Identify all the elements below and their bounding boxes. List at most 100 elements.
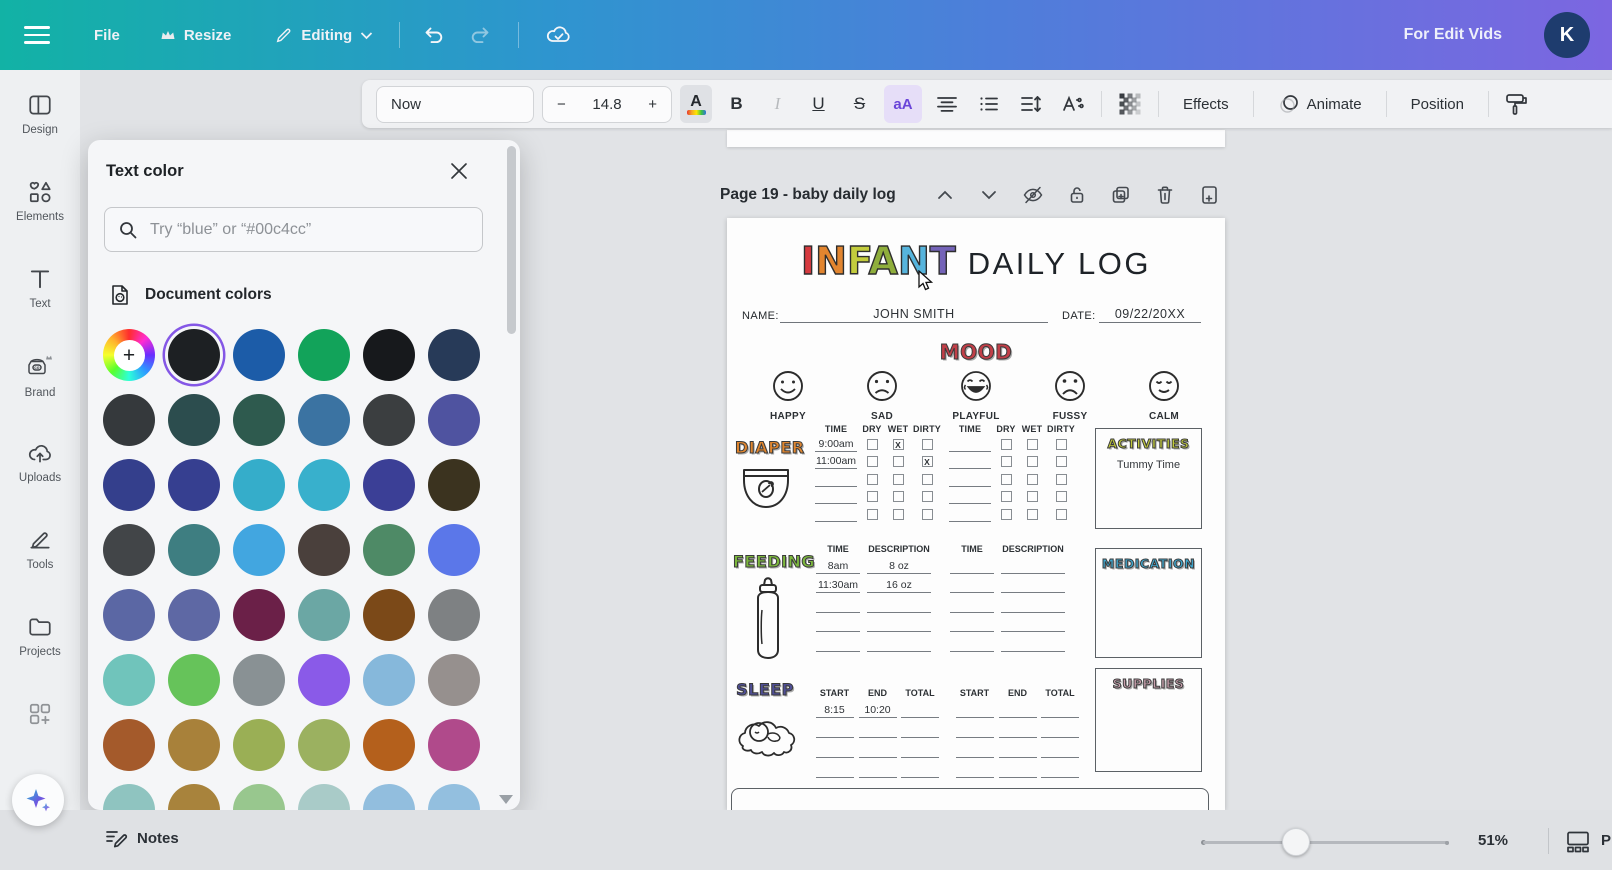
color-swatch[interactable] (428, 459, 480, 511)
color-swatch[interactable] (363, 589, 415, 641)
sidebar-item-text[interactable]: Text (0, 266, 80, 353)
hamburger-menu-icon[interactable] (24, 26, 50, 44)
sidebar-item-design[interactable]: Design (0, 92, 80, 179)
text-align-button[interactable] (930, 85, 964, 123)
color-swatch[interactable] (428, 524, 480, 576)
color-swatch[interactable] (103, 524, 155, 576)
color-swatch[interactable] (233, 784, 285, 810)
color-swatch[interactable] (298, 784, 350, 810)
color-swatch[interactable] (103, 784, 155, 810)
color-swatch[interactable] (363, 784, 415, 810)
color-swatch[interactable] (168, 654, 220, 706)
color-swatch[interactable] (103, 589, 155, 641)
color-swatch[interactable] (233, 459, 285, 511)
color-swatch[interactable] (233, 394, 285, 446)
color-swatch[interactable] (233, 329, 285, 381)
color-swatch[interactable] (363, 329, 415, 381)
sidebar-item-projects[interactable]: Projects (0, 614, 80, 701)
effects-button[interactable]: Effects (1170, 85, 1242, 123)
letter-spacing-button[interactable] (1056, 85, 1090, 123)
color-swatch[interactable] (363, 654, 415, 706)
color-swatch[interactable] (168, 394, 220, 446)
color-swatch[interactable] (103, 719, 155, 771)
color-swatch[interactable] (298, 719, 350, 771)
color-swatch[interactable] (298, 589, 350, 641)
sidebar-item-uploads[interactable]: Uploads (0, 440, 80, 527)
color-swatch[interactable] (298, 394, 350, 446)
panel-scrollbar[interactable] (507, 146, 516, 334)
hide-page-button[interactable] (1022, 184, 1044, 206)
font-family-selector[interactable]: Now (376, 86, 534, 123)
color-swatch[interactable] (233, 719, 285, 771)
move-page-up-button[interactable] (934, 184, 956, 206)
color-swatch[interactable] (233, 589, 285, 641)
bullet-list-button[interactable] (972, 85, 1006, 123)
color-swatch[interactable] (428, 589, 480, 641)
design-title[interactable]: For Edit Vids (1404, 26, 1502, 44)
font-size-increase-button[interactable]: + (648, 96, 657, 113)
color-swatch[interactable] (363, 719, 415, 771)
underline-button[interactable]: U (802, 85, 835, 123)
position-button[interactable]: Position (1398, 85, 1477, 123)
bold-button[interactable]: B (720, 85, 753, 123)
font-size-value[interactable]: 14.8 (592, 96, 621, 113)
save-status-button[interactable] (545, 23, 573, 47)
sidebar-item-tools[interactable]: Tools (0, 527, 80, 614)
line-spacing-button[interactable] (1014, 85, 1048, 123)
redo-button[interactable] (468, 23, 492, 47)
duplicate-page-button[interactable] (1110, 184, 1132, 206)
canva-assistant-button[interactable] (12, 774, 64, 826)
color-swatch[interactable] (168, 589, 220, 641)
zoom-percentage[interactable]: 51% (1478, 832, 1508, 849)
delete-page-button[interactable] (1154, 184, 1176, 206)
color-swatch[interactable] (103, 654, 155, 706)
color-swatch[interactable] (428, 719, 480, 771)
design-page-canvas[interactable]: INFANTDAILY LOG NAME: JOHN SMITH DATE: 0… (727, 218, 1225, 810)
color-swatch[interactable] (168, 524, 220, 576)
color-swatch[interactable] (103, 459, 155, 511)
animate-button[interactable]: Animate (1265, 85, 1375, 123)
color-swatch[interactable] (103, 394, 155, 446)
grid-view-button[interactable] (1566, 829, 1590, 858)
undo-button[interactable] (422, 23, 446, 47)
add-page-button[interactable] (1198, 184, 1220, 206)
sidebar-item-elements[interactable]: Elements (0, 179, 80, 266)
scroll-down-arrow[interactable] (499, 795, 513, 804)
strikethrough-button[interactable]: S (843, 85, 876, 123)
account-avatar[interactable]: K (1544, 12, 1590, 58)
color-swatch[interactable] (298, 524, 350, 576)
color-swatch[interactable] (168, 784, 220, 810)
color-swatch[interactable] (298, 329, 350, 381)
color-swatch[interactable] (298, 654, 350, 706)
color-swatch[interactable] (428, 394, 480, 446)
file-menu-button[interactable]: File (94, 27, 120, 44)
color-swatch[interactable] (363, 394, 415, 446)
add-color-button[interactable]: + (103, 329, 155, 381)
lock-page-button[interactable] (1066, 184, 1088, 206)
color-swatch[interactable] (428, 329, 480, 381)
copy-style-button[interactable] (1500, 85, 1534, 123)
color-swatch[interactable] (233, 654, 285, 706)
uppercase-button[interactable]: aA (884, 85, 922, 123)
color-swatch[interactable] (363, 524, 415, 576)
font-size-decrease-button[interactable]: − (557, 96, 566, 113)
previous-page-edge[interactable] (727, 130, 1225, 147)
color-swatch[interactable] (233, 524, 285, 576)
italic-button[interactable]: I (761, 85, 794, 123)
editing-mode-dropdown[interactable]: Editing (275, 26, 373, 44)
close-panel-button[interactable] (444, 156, 474, 186)
color-swatch[interactable] (168, 329, 220, 381)
color-swatch[interactable] (168, 719, 220, 771)
color-swatch[interactable] (428, 784, 480, 810)
resize-button[interactable]: Resize (160, 27, 232, 44)
color-swatch[interactable] (298, 459, 350, 511)
zoom-slider-thumb[interactable] (1282, 828, 1310, 856)
move-page-down-button[interactable] (978, 184, 1000, 206)
text-color-button[interactable]: A (680, 85, 712, 123)
color-swatch[interactable] (168, 459, 220, 511)
color-search-input[interactable] (148, 220, 469, 240)
transparency-button[interactable] (1113, 85, 1147, 123)
zoom-slider-track[interactable] (1203, 841, 1449, 844)
page-title[interactable]: Page 19 - baby daily log (720, 186, 896, 204)
notes-button[interactable]: Notes (104, 827, 179, 849)
